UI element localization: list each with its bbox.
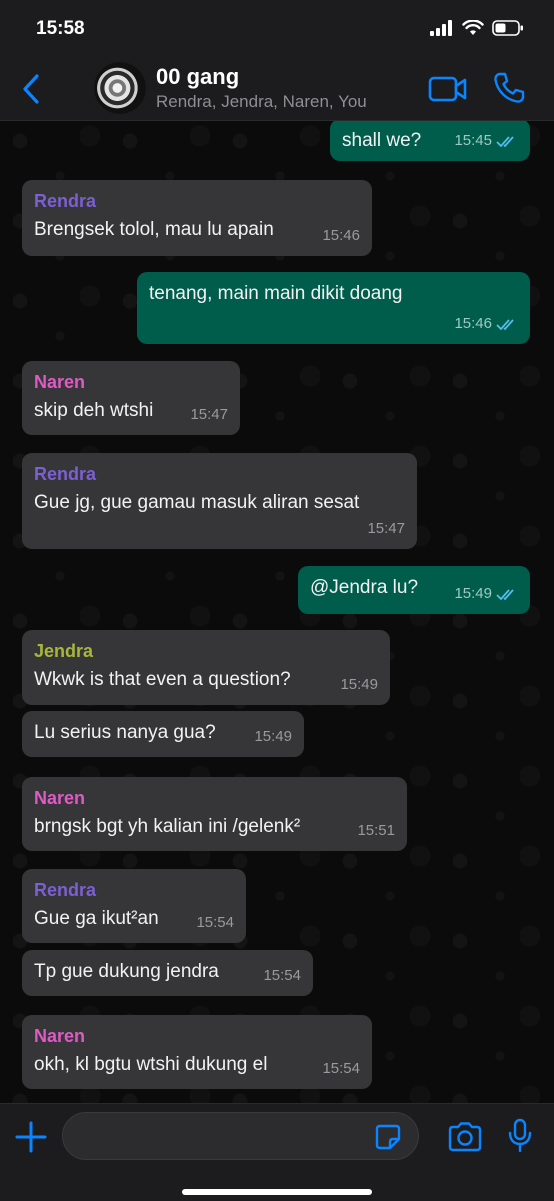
read-receipt-icon bbox=[496, 588, 514, 600]
read-receipt-icon bbox=[496, 135, 514, 147]
message-bubble[interactable]: @Jendra lu? 15:49 bbox=[298, 566, 530, 614]
message-meta: 15:46 bbox=[322, 224, 360, 248]
message-time: 15:49 bbox=[454, 585, 492, 602]
chat-header: 00 gang Rendra, Jendra, Naren, You bbox=[0, 58, 554, 121]
wifi-icon bbox=[462, 20, 484, 35]
chat-area[interactable]: shall we? 15:45 Rendra Brengsek tolol, m… bbox=[0, 121, 554, 1103]
message-time: 15:47 bbox=[190, 406, 228, 423]
message-text: Lu serius nanya gua? bbox=[34, 722, 216, 743]
message-time: 15:54 bbox=[263, 967, 301, 984]
attach-button[interactable] bbox=[14, 1120, 48, 1154]
message-meta: 15:49 bbox=[254, 725, 292, 749]
message-bubble[interactable]: Naren brngsk bgt yh kalian ini /gelenk² … bbox=[22, 777, 407, 851]
video-call-button[interactable] bbox=[428, 74, 468, 104]
message-time: 15:49 bbox=[254, 728, 292, 745]
status-time: 15:58 bbox=[36, 18, 85, 39]
message-time: 15:54 bbox=[322, 1060, 360, 1077]
message-text: okh, kl bgtu wtshi dukung el bbox=[34, 1054, 268, 1075]
message-bubble[interactable]: Naren skip deh wtshi 15:47 bbox=[22, 361, 240, 435]
message-bubble[interactable]: shall we? 15:45 bbox=[330, 121, 530, 161]
home-indicator[interactable] bbox=[182, 1189, 372, 1195]
message-time: 15:46 bbox=[454, 315, 492, 332]
sender-name: Rendra bbox=[34, 880, 97, 900]
message-bubble[interactable]: Jendra Wkwk is that even a question? 15:… bbox=[22, 630, 390, 705]
message-bubble[interactable]: tenang, main main dikit doang 15:46 bbox=[137, 272, 530, 344]
sender-name: Rendra bbox=[34, 464, 97, 484]
chat-title[interactable]: 00 gang bbox=[156, 64, 239, 90]
message-meta: 15:51 bbox=[357, 819, 395, 843]
battery-icon bbox=[492, 20, 523, 36]
message-bubble[interactable]: Rendra Gue jg, gue gamau masuk aliran se… bbox=[22, 453, 417, 549]
message-meta: 15:54 bbox=[196, 911, 234, 935]
message-meta: 15:47 bbox=[190, 403, 228, 427]
message-text: Brengsek tolol, mau lu apain bbox=[34, 219, 274, 240]
message-meta: 15:45 bbox=[454, 129, 518, 153]
message-text: tenang, main main dikit doang bbox=[149, 283, 403, 304]
back-button[interactable] bbox=[18, 72, 44, 106]
chat-members[interactable]: Rendra, Jendra, Naren, You bbox=[156, 92, 367, 112]
message-time: 15:51 bbox=[357, 822, 395, 839]
composer-bar bbox=[0, 1103, 554, 1201]
sender-name: Naren bbox=[34, 1026, 86, 1046]
signal-icon bbox=[430, 20, 452, 36]
message-meta: 15:47 bbox=[367, 517, 405, 541]
read-receipt-icon bbox=[496, 318, 514, 330]
status-bar: 15:58 bbox=[0, 0, 554, 58]
group-avatar[interactable] bbox=[94, 62, 146, 114]
status-icons bbox=[430, 20, 524, 36]
message-time: 15:46 bbox=[322, 227, 360, 244]
message-meta: 15:49 bbox=[340, 673, 378, 697]
message-bubble[interactable]: Rendra Gue ga ikut²an 15:54 bbox=[22, 869, 246, 943]
message-input[interactable] bbox=[62, 1112, 419, 1160]
message-time: 15:45 bbox=[454, 132, 492, 149]
message-meta: 15:46 bbox=[454, 312, 518, 336]
microphone-button[interactable] bbox=[508, 1118, 532, 1154]
message-text: Wkwk is that even a question? bbox=[34, 669, 291, 690]
message-time: 15:49 bbox=[340, 676, 378, 693]
sender-name: Naren bbox=[34, 372, 86, 392]
message-text: Gue jg, gue gamau masuk aliran sesat bbox=[34, 492, 360, 513]
voice-call-button[interactable] bbox=[492, 71, 526, 105]
message-meta: 15:54 bbox=[322, 1057, 360, 1081]
sender-name: Naren bbox=[34, 788, 86, 808]
sender-name: Jendra bbox=[34, 641, 94, 661]
sender-name: Rendra bbox=[34, 191, 97, 211]
message-bubble[interactable]: Lu serius nanya gua? 15:49 bbox=[22, 711, 304, 757]
message-meta: 15:49 bbox=[454, 582, 518, 606]
message-meta: 15:54 bbox=[263, 964, 301, 988]
message-text: brngsk bgt yh kalian ini /gelenk² bbox=[34, 816, 301, 837]
camera-button[interactable] bbox=[447, 1122, 483, 1152]
sticker-button[interactable] bbox=[374, 1123, 402, 1151]
message-text: Tp gue dukung jendra bbox=[34, 961, 219, 982]
message-bubble[interactable]: Naren okh, kl bgtu wtshi dukung el 15:54 bbox=[22, 1015, 372, 1089]
message-time: 15:47 bbox=[367, 520, 405, 537]
message-bubble[interactable]: Rendra Brengsek tolol, mau lu apain 15:4… bbox=[22, 180, 372, 256]
message-bubble[interactable]: Tp gue dukung jendra 15:54 bbox=[22, 950, 313, 996]
message-time: 15:54 bbox=[196, 914, 234, 931]
